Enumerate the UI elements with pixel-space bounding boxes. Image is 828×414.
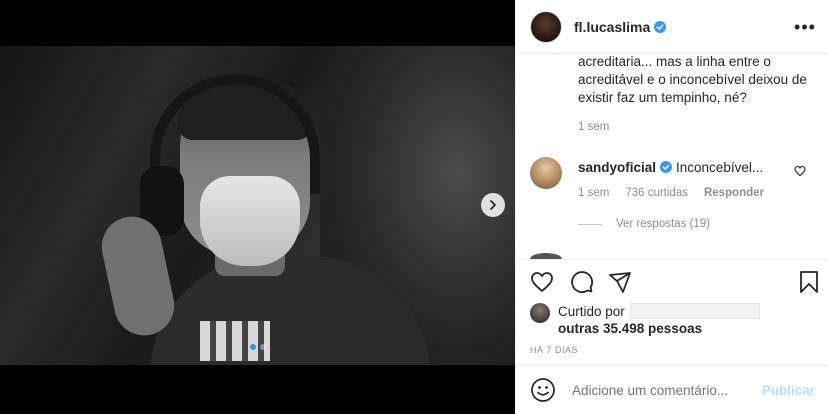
heart-icon — [531, 272, 553, 293]
emoji-icon[interactable] — [530, 377, 556, 403]
view-replies-label: Ver respostas (19) — [616, 218, 710, 230]
author-username[interactable]: fl.lucaslima — [574, 19, 650, 35]
add-comment-bar: Publicar — [516, 365, 828, 414]
comment-text-line: sandyoficial Inconcebível... — [578, 160, 763, 175]
bookmark-icon — [800, 271, 818, 293]
save-button[interactable] — [797, 270, 823, 296]
comment-input[interactable] — [572, 382, 762, 398]
post-sidebar: fl.lucaslima ••• acreditaria... mas a li… — [515, 0, 828, 414]
photo-face-mask — [200, 176, 300, 266]
commenter-username[interactable]: sandyoficial — [578, 160, 656, 175]
post-header: fl.lucaslima ••• — [516, 0, 828, 54]
carousel-dots — [0, 344, 515, 350]
comment-timestamp[interactable]: 1 sem — [578, 187, 609, 199]
publish-button[interactable]: Publicar — [762, 383, 815, 398]
likes-others-count[interactable]: outras 35.498 pessoas — [558, 321, 702, 336]
like-button[interactable] — [530, 270, 556, 296]
liked-by-section: Curtido por outras 35.498 pessoas — [530, 303, 820, 339]
liker-name-redacted — [630, 303, 760, 319]
instagram-post-viewer: fl.lucaslima ••• acreditaria... mas a li… — [0, 0, 828, 414]
carousel-dot — [259, 344, 266, 350]
post-caption: acreditaria... mas a linha entre o acred… — [578, 55, 807, 105]
liker-avatar[interactable] — [530, 303, 550, 323]
share-button[interactable] — [608, 270, 634, 296]
comment-like-heart-icon[interactable] — [794, 165, 806, 177]
post-actions-bar — [516, 259, 828, 305]
more-options-button[interactable]: ••• — [794, 17, 816, 37]
comment-button[interactable] — [570, 270, 596, 296]
comment-body: Inconcebível... — [676, 160, 764, 175]
verified-badge-icon — [654, 20, 667, 33]
chevron-right-icon — [490, 200, 496, 210]
commenter-avatar[interactable] — [530, 157, 562, 189]
liked-by-label: Curtido por — [558, 304, 625, 319]
view-replies-line — [578, 223, 602, 225]
post-date[interactable]: HÁ 7 DIAS — [530, 345, 578, 355]
post-photo[interactable] — [0, 46, 515, 365]
caption-timestamp[interactable]: 1 sem — [578, 121, 609, 133]
comment-like-count[interactable]: 736 curtidas — [625, 187, 688, 199]
comments-section: acreditaria... mas a linha entre o acred… — [516, 55, 828, 259]
reply-button[interactable]: Responder — [704, 187, 764, 199]
more-options-icon: ••• — [794, 17, 816, 37]
next-slide-button[interactable] — [481, 193, 505, 217]
carousel-dot-active — [249, 344, 256, 350]
share-icon — [609, 272, 631, 293]
comment-meta: 1 sem 736 curtidas Responder — [578, 187, 764, 199]
author-avatar[interactable] — [530, 10, 562, 43]
view-replies-button[interactable]: Ver respostas (19) — [578, 218, 710, 230]
photo-shirt-print — [200, 321, 270, 361]
verified-badge-icon — [660, 161, 673, 173]
comment-icon — [571, 271, 593, 293]
post-media-panel — [0, 0, 515, 414]
